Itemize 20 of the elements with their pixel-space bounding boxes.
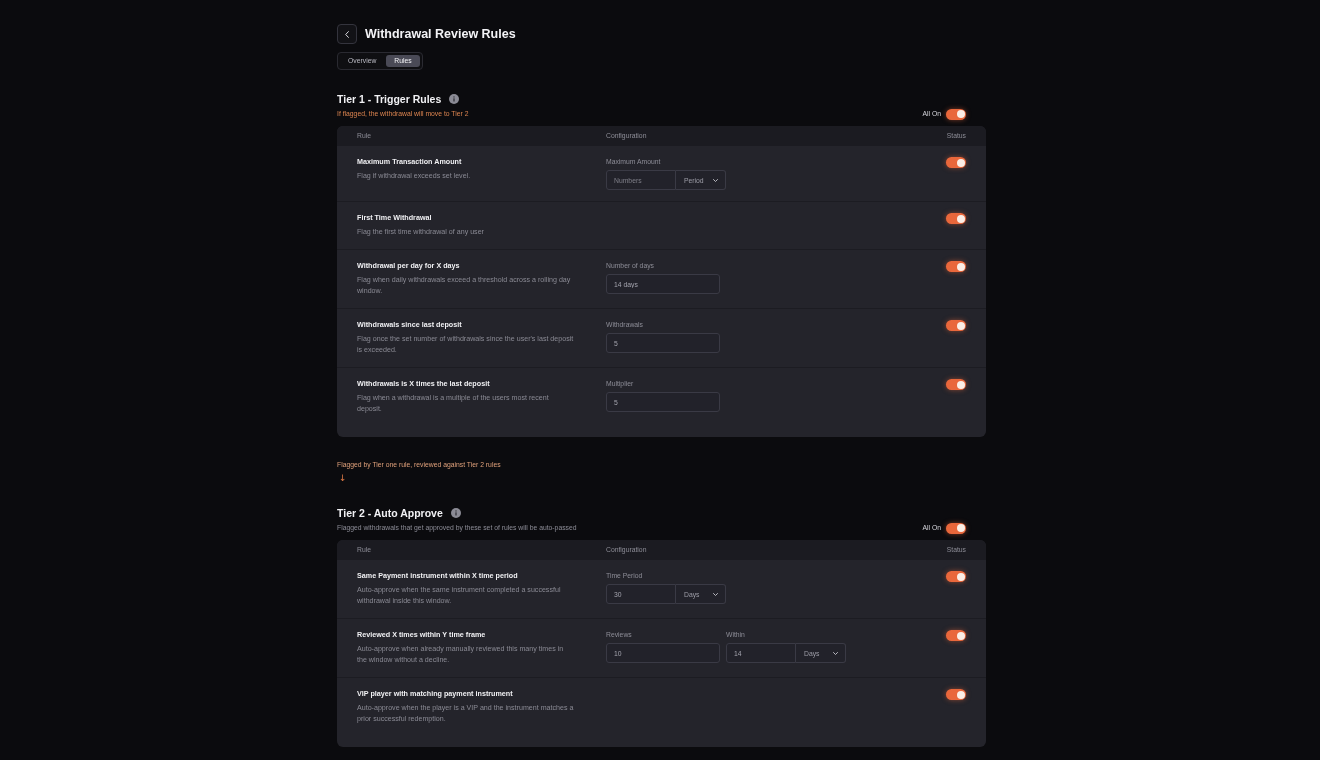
- info-icon: [450, 508, 461, 518]
- section-title: Tier 2 - Auto Approve: [337, 506, 443, 520]
- toggle-switch[interactable]: [946, 630, 966, 641]
- toggle-switch[interactable]: [946, 108, 966, 120]
- toggle-switch[interactable]: [946, 571, 966, 582]
- chevron-down-icon: [713, 592, 718, 596]
- toggle-switch[interactable]: [946, 379, 966, 390]
- chevron-down-icon: [713, 178, 718, 182]
- toggle-switch[interactable]: [946, 689, 966, 700]
- chevron-down-icon: [833, 651, 838, 655]
- down-arrow-icon: ↓: [339, 472, 347, 484]
- toggle-switch[interactable]: [946, 261, 966, 272]
- toggle-switch[interactable]: [946, 213, 966, 224]
- toggle-switch[interactable]: [946, 320, 966, 331]
- toggle-switch[interactable]: [946, 522, 966, 534]
- section-title: Tier 1 - Trigger Rules: [337, 92, 442, 106]
- chevron-left-icon: [345, 30, 349, 38]
- toggle-switch[interactable]: [946, 157, 966, 168]
- page-title: Withdrawal Review Rules: [365, 26, 516, 43]
- info-icon: [449, 94, 460, 104]
